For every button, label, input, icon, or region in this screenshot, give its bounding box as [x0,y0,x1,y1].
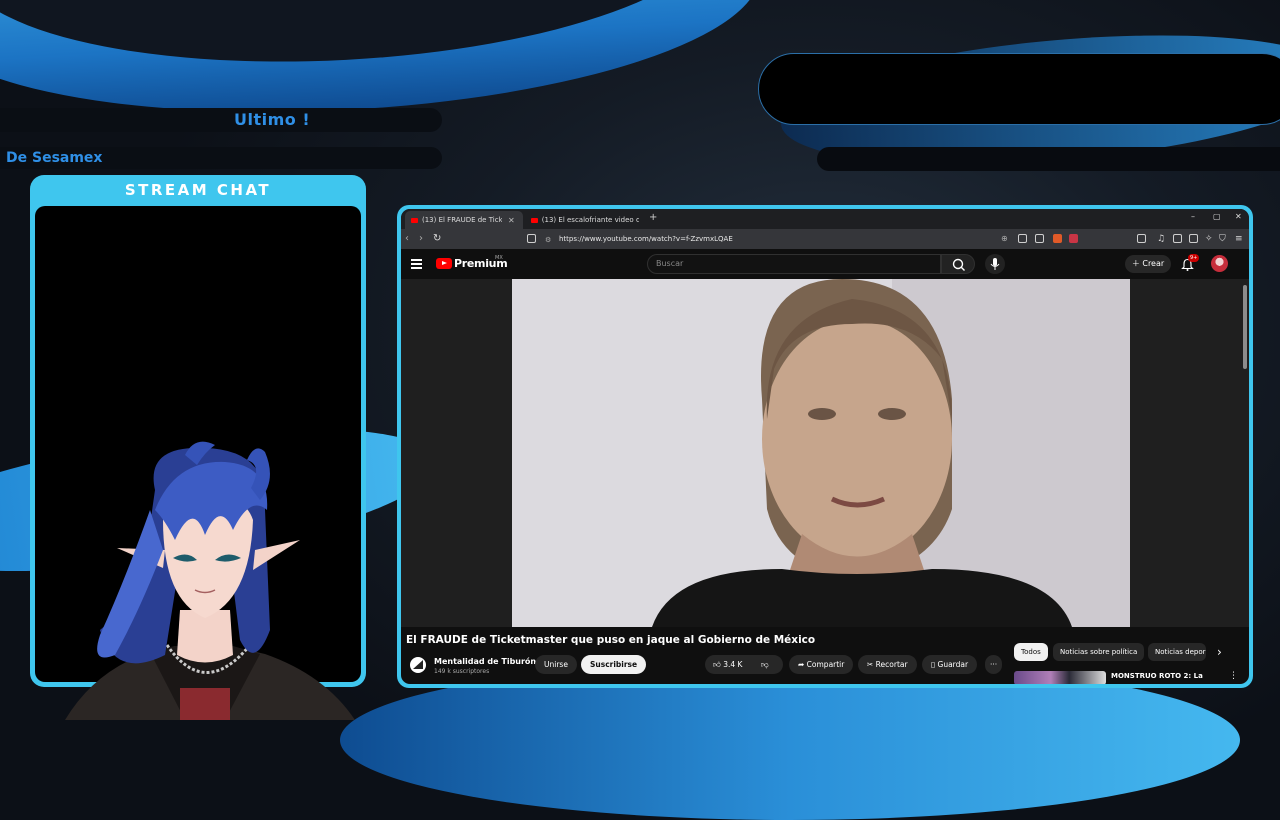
notification-badge: 9+ [1188,254,1200,262]
split-view-icon[interactable] [1173,234,1182,243]
channel-avatar[interactable] [410,657,426,673]
clip-button[interactable]: ✂ Recortar [858,655,917,674]
youtube-header: Premium MX Buscar ＋ Crear 9+ [401,249,1249,279]
video-frame[interactable] [512,279,1130,627]
region-label: MX [495,255,503,261]
share-arrow-icon: ➦ [798,660,807,669]
overlay-banner-right [758,53,1280,125]
tab-ticketmaster[interactable]: (13) El FRAUDE de Ticketmaster ✕ [405,211,523,229]
reader-icon[interactable] [1018,234,1027,243]
tab-label: (13) El escalofriante video de la mun [541,216,639,224]
create-label: Crear [1142,259,1165,268]
subscriber-count: 149 k suscriptores [434,668,490,675]
youtube-favicon-icon [531,217,538,223]
save-label: Guardar [937,660,969,669]
site-info-icon[interactable]: ⚙ [545,234,551,246]
address-bar-row: ‹ › ↻ ⚙ https://www.youtube.com/watch?v=… [401,229,1249,249]
brave-rewards-icon[interactable] [1069,234,1078,243]
recommended-title[interactable]: MONSTRUO ROTO 2: La [1111,672,1203,680]
latest-follower-label: Ultimo ! [234,110,311,129]
recommended-thumbnail[interactable] [1014,671,1106,684]
thumbs-down-icon[interactable]: 👎︎ [761,655,769,674]
save-button[interactable]: ▯ Guardar [922,655,978,674]
wallet-icon[interactable] [1189,234,1198,243]
tab-bar: (13) El FRAUDE de Ticketmaster ✕ (13) El… [401,209,1249,229]
like-dislike-group: 👍︎ 3.4 K 👎︎ [705,655,783,674]
close-tab-icon[interactable]: ✕ [508,216,515,225]
url-input[interactable]: https://www.youtube.com/watch?v=f-ZzvmxL… [559,232,1019,246]
vtuber-avatar [65,441,355,720]
latest-follower-bar [0,108,442,132]
tab-label: (13) El FRAUDE de Ticketmaster [422,216,502,224]
tab-escalofriante[interactable]: (13) El escalofriante video de la mun [525,211,645,229]
hamburger-menu-icon[interactable] [411,259,422,271]
zoom-icon[interactable]: ⊕ [1001,233,1008,245]
minimize-button[interactable]: – [1191,212,1195,221]
extensions-icon[interactable]: ✧ [1205,233,1213,245]
share-label: Compartir [806,660,845,669]
menu-icon[interactable]: ≡ [1235,233,1243,245]
close-window-button[interactable]: ✕ [1235,212,1242,221]
sidebar-icon[interactable] [1137,234,1146,243]
youtube-favicon-icon [411,217,418,223]
voice-search-button[interactable] [985,254,1005,274]
page-scrollbar[interactable] [1243,285,1247,369]
join-button[interactable]: Unirse [535,655,577,674]
thumbs-up-icon[interactable]: 👍︎ [713,660,723,669]
search-input[interactable]: Buscar [647,254,941,274]
forward-icon[interactable]: › [419,233,423,245]
video-still-image [512,279,1130,627]
channel-name[interactable]: Mentalidad de Tiburón [434,657,536,666]
music-icon[interactable]: ♫ [1157,233,1165,245]
more-actions-button[interactable]: ··· [985,655,1003,674]
stream-chat-title: STREAM CHAT [124,181,272,199]
scissors-icon: ✂ [867,660,876,669]
vpn-icon[interactable]: ⛉ [1219,233,1226,245]
search-button[interactable] [941,254,975,274]
brave-shield-icon[interactable] [1053,234,1062,243]
search-icon [952,258,965,271]
clip-label: Recortar [875,660,908,669]
youtube-logo-icon[interactable] [436,258,452,269]
subscribe-button[interactable]: Suscribirse [581,655,647,674]
new-tab-button[interactable]: + [649,212,657,223]
bookmark-icon[interactable] [527,234,536,243]
share-button[interactable]: ➦ Compartir [789,655,854,674]
video-player[interactable] [401,279,1249,627]
share-icon[interactable] [1035,234,1044,243]
back-icon[interactable]: ‹ [405,233,409,245]
create-button[interactable]: ＋ Crear [1125,255,1171,273]
browser-window: (13) El FRAUDE de Ticketmaster ✕ (13) El… [401,209,1249,684]
account-avatar[interactable] [1211,255,1228,272]
like-count[interactable]: 3.4 K [723,660,742,669]
ticker-text: De Sesamex [6,150,103,166]
reload-icon[interactable]: ↻ [433,233,441,245]
overlay-ticker-right [817,147,1280,171]
plus-icon: ＋ [1131,259,1143,268]
recommended-menu-icon[interactable]: ⋮ [1229,671,1238,681]
maximize-button[interactable]: ▢ [1213,212,1221,221]
microphone-icon [990,258,1000,270]
video-title: El FRAUDE de Ticketmaster que puso en ja… [406,634,816,646]
